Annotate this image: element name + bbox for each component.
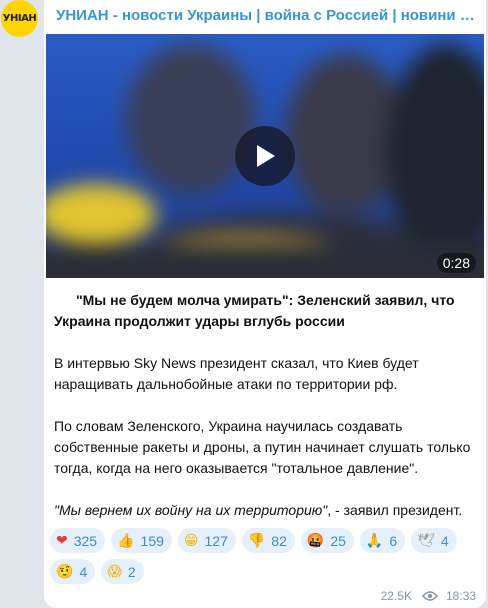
video-player[interactable]: 0:28: [46, 34, 484, 278]
reaction-thumbs-up[interactable]: 👍 159: [111, 528, 172, 553]
reactions-bar: ❤ 325 👍 159 😁 127 👎 82 🤬 25 🙏 6 🕊 4 🤨 4 😱 2: [50, 528, 480, 584]
quote-attribution: , - заявил президент.: [327, 502, 463, 518]
play-icon: [257, 145, 275, 167]
reaction-angry-face[interactable]: 🤬 25: [300, 528, 354, 553]
post-headline: "Мы не будем молча умирать": Зеленский з…: [54, 290, 478, 332]
channel-name[interactable]: УНИАН - новости Украины | война с Россие…: [56, 7, 480, 24]
reaction-grin[interactable]: 😁 127: [177, 528, 236, 553]
avatar-logo-text: УНІАН: [2, 13, 37, 24]
message-meta: 22.5K 18:33: [381, 589, 476, 603]
reaction-count: 325: [73, 532, 98, 549]
play-button[interactable]: [235, 126, 295, 186]
post-paragraph-1: В интервью Sky News президент сказал, чт…: [54, 355, 419, 392]
post-paragraph-2: По словам Зеленского, Украина научилась …: [54, 418, 471, 476]
message-bubble: УНИАН - новости Украины | война с Россие…: [44, 0, 486, 608]
reaction-count: 159: [140, 532, 164, 549]
headline-text: "Мы не будем молча умирать": Зеленский з…: [54, 292, 455, 329]
reaction-heart[interactable]: ❤ 325: [50, 528, 106, 553]
reaction-count: 6: [389, 532, 398, 549]
message-time: 18:33: [445, 589, 476, 603]
reaction-count: 2: [127, 563, 136, 580]
reaction-thumbs-down[interactable]: 👎 82: [241, 528, 295, 553]
reaction-count: 4: [79, 563, 88, 580]
reaction-scream[interactable]: 😱 2: [101, 559, 144, 584]
reaction-raised-eyebrow[interactable]: 🤨 4: [50, 559, 96, 584]
channel-avatar[interactable]: УНІАН: [1, 0, 38, 37]
raised-eyebrow-icon: 🤨: [56, 563, 74, 580]
heart-icon: ❤: [56, 532, 68, 549]
scream-icon: 😱: [107, 563, 122, 580]
post-text: "Мы не будем молча умирать": Зеленский з…: [54, 290, 478, 542]
reaction-dove[interactable]: 🕊 4: [411, 528, 457, 553]
reaction-count: 25: [330, 532, 346, 549]
grin-icon: 😁: [183, 532, 199, 549]
dove-icon: 🕊: [417, 532, 435, 549]
reaction-pray[interactable]: 🙏 6: [359, 528, 406, 553]
post-quote: "Мы вернем их войну на их территорию", -…: [54, 500, 478, 521]
pray-icon: 🙏: [365, 532, 384, 549]
thumbs-down-icon: 👎: [247, 532, 266, 549]
reaction-count: 127: [204, 532, 228, 549]
eye-icon: [421, 591, 438, 601]
thumbs-up-icon: 👍: [117, 532, 135, 549]
view-count: 22.5K: [380, 589, 412, 603]
quote-text: "Мы вернем их войну на их территорию": [54, 502, 328, 518]
angry-face-icon: 🤬: [306, 532, 325, 549]
reaction-count: 82: [271, 532, 287, 549]
reaction-count: 4: [440, 532, 449, 549]
video-duration: 0:28: [436, 253, 476, 273]
